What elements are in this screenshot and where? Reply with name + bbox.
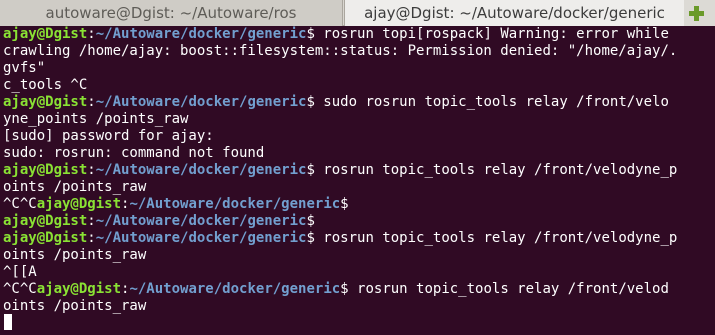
terminal-line: crawling /home/ajay: boost::filesystem::… [3,43,678,59]
tab-bar: autoware@Dgist: ~/Autoware/ros ajay@Dgis… [0,0,715,26]
terminal-cursor [4,314,12,330]
terminal-line: oints /points_raw [3,179,147,195]
terminal-line: ajay@Dgist:~/Autoware/docker/generic$ [3,213,315,229]
terminal-line: ajay@Dgist:~/Autoware/docker/generic$ su… [3,94,669,110]
tab-autoware-ros[interactable]: autoware@Dgist: ~/Autoware/ros [0,0,343,26]
terminal-line: oints /points_raw [3,247,147,263]
terminal-line: c_tools ^C [3,77,88,93]
terminal-line: ^[[A [3,264,37,280]
terminal-line: ^C^Cajay@Dgist:~/Autoware/docker/generic… [3,281,669,297]
terminal-line: yne_points /points_raw [3,111,189,127]
tab-ajay-generic[interactable]: ajay@Dgist: ~/Autoware/docker/generic [344,0,684,26]
terminal-line: sudo: rosrun: command not found [3,145,265,161]
new-tab-button[interactable] [684,0,715,26]
terminal-line: oints /points_raw [3,298,147,314]
terminal-line: ajay@Dgist:~/Autoware/docker/generic$ ro… [3,162,678,178]
terminal-line: ajay@Dgist:~/Autoware/docker/generic$ ro… [3,26,669,42]
terminal-line: [sudo] password for ajay: [3,128,214,144]
terminal-line: ajay@Dgist:~/Autoware/docker/generic$ ro… [3,230,678,246]
terminal-line: ^C^Cajay@Dgist:~/Autoware/docker/generic… [3,196,349,212]
terminal-line: gvfs" [3,60,46,76]
terminal-output[interactable]: ajay@Dgist:~/Autoware/docker/generic$ ro… [0,26,715,335]
